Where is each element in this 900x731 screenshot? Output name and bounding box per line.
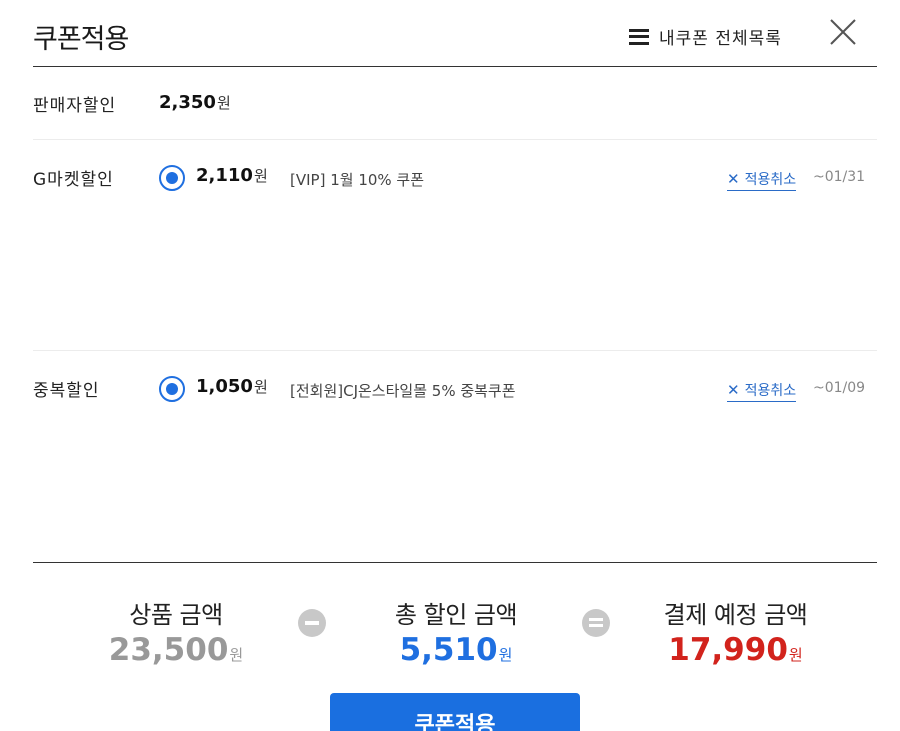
- payment-amount-block: 결제 예정 금액 17,990원: [648, 595, 823, 668]
- duplicate-discount-row: 중복할인 1,050원 [전회원]CJ온스타일몰 5% 중복쿠폰 ✕ 적용취소 …: [33, 351, 877, 563]
- duplicate-cancel-button[interactable]: ✕ 적용취소: [727, 380, 797, 402]
- hamburger-icon: [629, 28, 649, 45]
- duplicate-cancel-label: 적용취소: [744, 383, 797, 399]
- minus-icon: [298, 609, 326, 637]
- duplicate-coupon-name: [전회원]CJ온스타일몰 5% 중복쿠폰: [290, 382, 516, 400]
- total-discount-label: 총 할인 금액: [394, 601, 518, 629]
- gmarket-cancel-button[interactable]: ✕ 적용취소: [727, 169, 797, 191]
- cancel-x-icon: ✕: [727, 381, 740, 399]
- apply-coupon-button[interactable]: 쿠폰적용: [330, 693, 580, 731]
- payment-amount-label: 결제 예정 금액: [663, 601, 808, 629]
- product-price-value: 23,500원: [108, 632, 244, 668]
- payment-amount-value: 17,990원: [668, 632, 803, 668]
- price-summary: 상품 금액 23,500원 총 할인 금액 5,510원 결제 예정 금액 17…: [0, 595, 900, 668]
- cancel-x-icon: ✕: [727, 170, 740, 188]
- seller-discount-amount: 2,350원: [159, 92, 231, 113]
- close-icon[interactable]: [829, 18, 857, 46]
- duplicate-coupon-radio[interactable]: [159, 376, 185, 402]
- modal-header: 쿠폰적용 내쿠폰 전체목록: [33, 0, 877, 67]
- my-coupon-list-link[interactable]: 내쿠폰 전체목록: [629, 24, 782, 49]
- gmarket-coupon-name: [VIP] 1월 10% 쿠폰: [290, 171, 425, 189]
- duplicate-coupon-expire: ~01/09: [813, 380, 866, 396]
- gmarket-discount-label: G마켓할인: [33, 170, 114, 190]
- my-coupon-list-label: 내쿠폰 전체목록: [659, 29, 782, 49]
- duplicate-discount-label: 중복할인: [33, 381, 100, 401]
- gmarket-coupon-expire: ~01/31: [813, 169, 866, 185]
- duplicate-discount-amount: 1,050원: [196, 376, 268, 397]
- seller-discount-row: 판매자할인 2,350원: [33, 68, 877, 140]
- modal-title: 쿠폰적용: [33, 24, 129, 55]
- seller-discount-label: 판매자할인: [33, 96, 117, 116]
- gmarket-cancel-label: 적용취소: [744, 172, 797, 188]
- product-price-label: 상품 금액: [129, 601, 223, 629]
- product-price-block: 상품 금액 23,500원: [96, 595, 256, 668]
- gmarket-discount-row: G마켓할인 2,110원 [VIP] 1월 10% 쿠폰 ✕ 적용취소 ~01/…: [33, 140, 877, 351]
- equals-icon: [582, 609, 610, 637]
- gmarket-discount-amount: 2,110원: [196, 165, 268, 186]
- total-discount-value: 5,510원: [399, 632, 513, 668]
- gmarket-coupon-radio[interactable]: [159, 165, 185, 191]
- total-discount-block: 총 할인 금액 5,510원: [376, 595, 536, 668]
